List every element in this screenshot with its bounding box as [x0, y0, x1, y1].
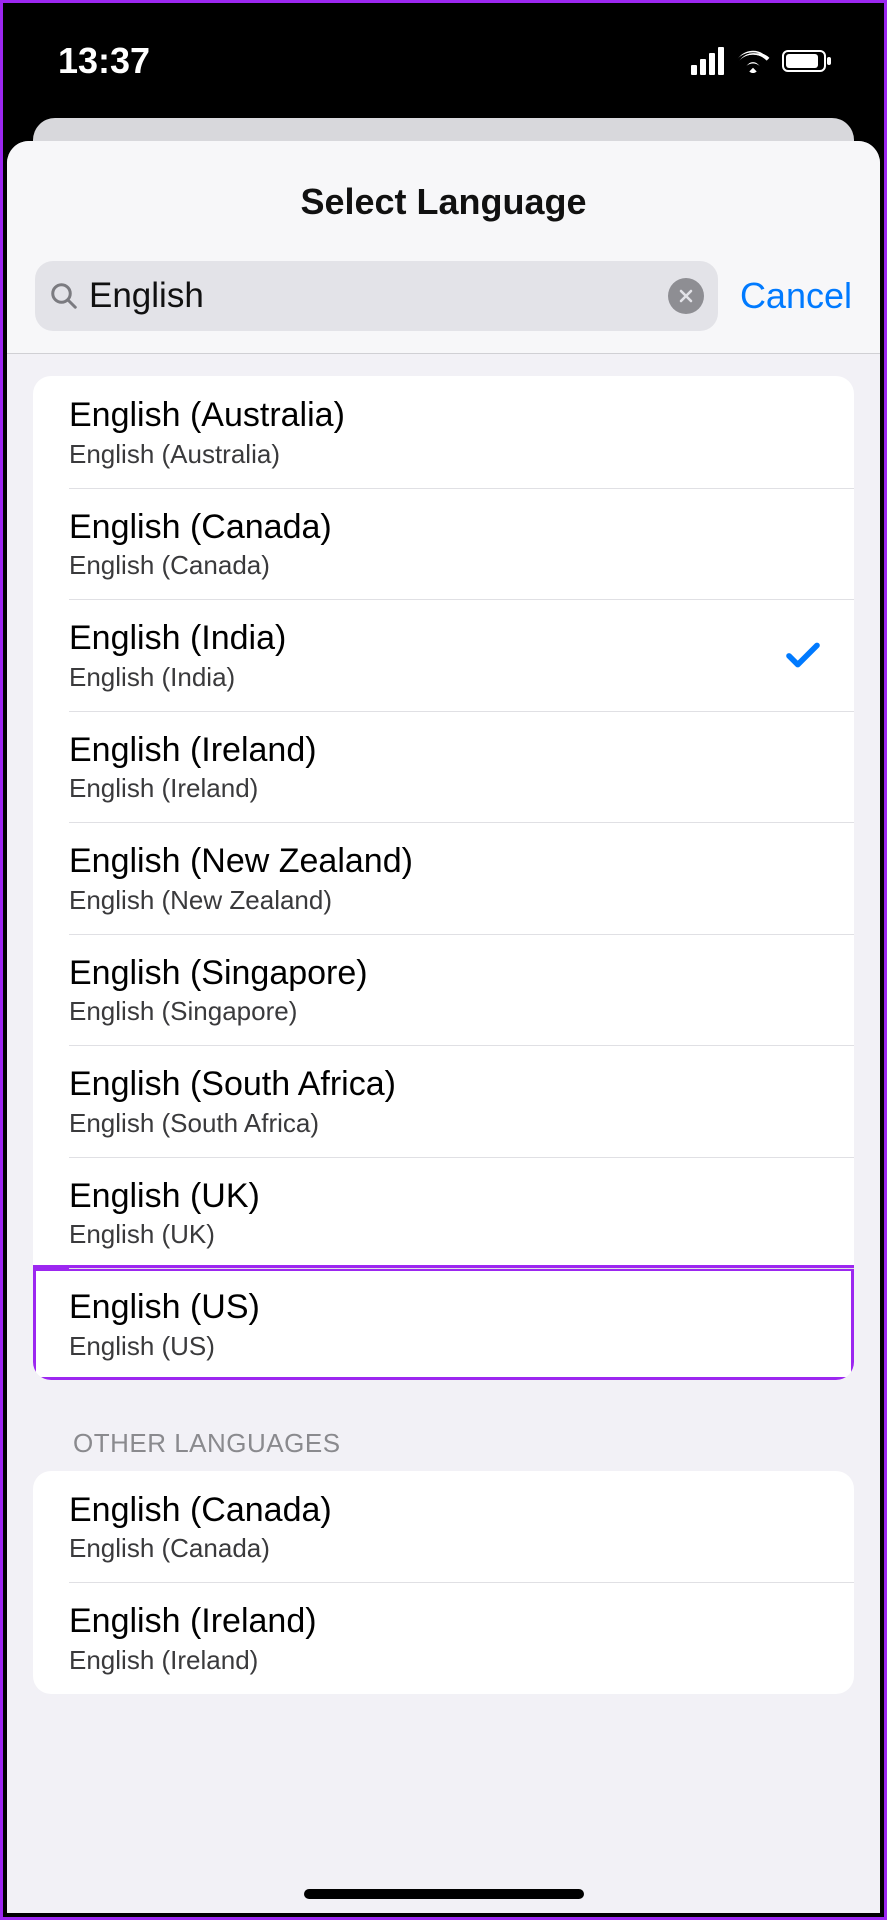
cellular-icon — [691, 47, 724, 75]
language-row[interactable]: English (Ireland)English (Ireland) — [33, 711, 854, 823]
language-title: English (Singapore) — [69, 952, 830, 995]
language-row-text: English (Canada)English (Canada) — [69, 1489, 830, 1565]
language-subtitle: English (Ireland) — [69, 773, 830, 804]
cancel-button[interactable]: Cancel — [740, 275, 852, 317]
search-input[interactable]: English — [89, 276, 658, 316]
language-subtitle: English (Ireland) — [69, 1645, 830, 1676]
sheet-title: Select Language — [7, 181, 880, 223]
language-title: English (Canada) — [69, 506, 830, 549]
sheet-header: Select Language English Cancel — [7, 141, 880, 354]
language-subtitle: English (Singapore) — [69, 996, 830, 1027]
language-row[interactable]: English (Australia)English (Australia) — [33, 376, 854, 488]
language-subtitle: English (India) — [69, 662, 782, 693]
battery-icon — [782, 48, 834, 74]
language-row[interactable]: English (US)English (US) — [33, 1268, 854, 1380]
language-subtitle: English (New Zealand) — [69, 885, 830, 916]
language-title: English (US) — [69, 1286, 830, 1329]
language-title: English (Australia) — [69, 394, 830, 437]
language-title: English (Ireland) — [69, 729, 830, 772]
language-row[interactable]: English (Singapore)English (Singapore) — [33, 934, 854, 1046]
language-row-text: English (Ireland)English (Ireland) — [69, 1600, 830, 1676]
language-row-text: English (US)English (US) — [69, 1286, 830, 1362]
select-language-sheet: Select Language English Cancel English (… — [7, 141, 880, 1913]
language-row-text: English (Australia)English (Australia) — [69, 394, 830, 470]
wifi-icon — [736, 48, 770, 74]
language-results-list: English (Australia)English (Australia)En… — [33, 376, 854, 1380]
language-title: English (Canada) — [69, 1489, 830, 1532]
language-title: English (New Zealand) — [69, 840, 830, 883]
language-title: English (Ireland) — [69, 1600, 830, 1643]
search-field[interactable]: English — [35, 261, 718, 331]
language-title: English (UK) — [69, 1175, 830, 1218]
language-row-text: English (New Zealand)English (New Zealan… — [69, 840, 830, 916]
language-subtitle: English (Australia) — [69, 439, 830, 470]
language-title: English (South Africa) — [69, 1063, 830, 1106]
language-row-text: English (Singapore)English (Singapore) — [69, 952, 830, 1028]
other-languages-label: OTHER LANGUAGES — [33, 1380, 854, 1471]
language-row-text: English (Canada)English (Canada) — [69, 506, 830, 582]
language-row-text: English (Ireland)English (Ireland) — [69, 729, 830, 805]
status-time: 13:37 — [58, 40, 150, 82]
language-row[interactable]: English (UK)English (UK) — [33, 1157, 854, 1269]
search-icon — [49, 281, 79, 311]
language-row[interactable]: English (Canada)English (Canada) — [33, 1471, 854, 1583]
language-row-text: English (India)English (India) — [69, 617, 782, 693]
language-title: English (India) — [69, 617, 782, 660]
language-row-text: English (UK)English (UK) — [69, 1175, 830, 1251]
language-subtitle: English (US) — [69, 1331, 830, 1362]
search-row: English Cancel — [7, 261, 880, 353]
language-subtitle: English (South Africa) — [69, 1108, 830, 1139]
language-subtitle: English (Canada) — [69, 550, 830, 581]
language-row[interactable]: English (New Zealand)English (New Zealan… — [33, 822, 854, 934]
clear-search-button[interactable] — [668, 278, 704, 314]
language-row[interactable]: English (Canada)English (Canada) — [33, 488, 854, 600]
status-bar: 13:37 — [3, 3, 884, 118]
home-indicator[interactable] — [304, 1889, 584, 1899]
other-languages-list: English (Canada)English (Canada)English … — [33, 1471, 854, 1694]
language-row-text: English (South Africa)English (South Afr… — [69, 1063, 830, 1139]
status-icons — [691, 47, 834, 75]
language-subtitle: English (UK) — [69, 1219, 830, 1250]
language-row[interactable]: English (India)English (India) — [33, 599, 854, 711]
sheet-content: English (Australia)English (Australia)En… — [7, 354, 880, 1694]
language-subtitle: English (Canada) — [69, 1533, 830, 1564]
language-row[interactable]: English (South Africa)English (South Afr… — [33, 1045, 854, 1157]
checkmark-icon — [782, 634, 824, 676]
language-row[interactable]: English (Ireland)English (Ireland) — [33, 1582, 854, 1694]
